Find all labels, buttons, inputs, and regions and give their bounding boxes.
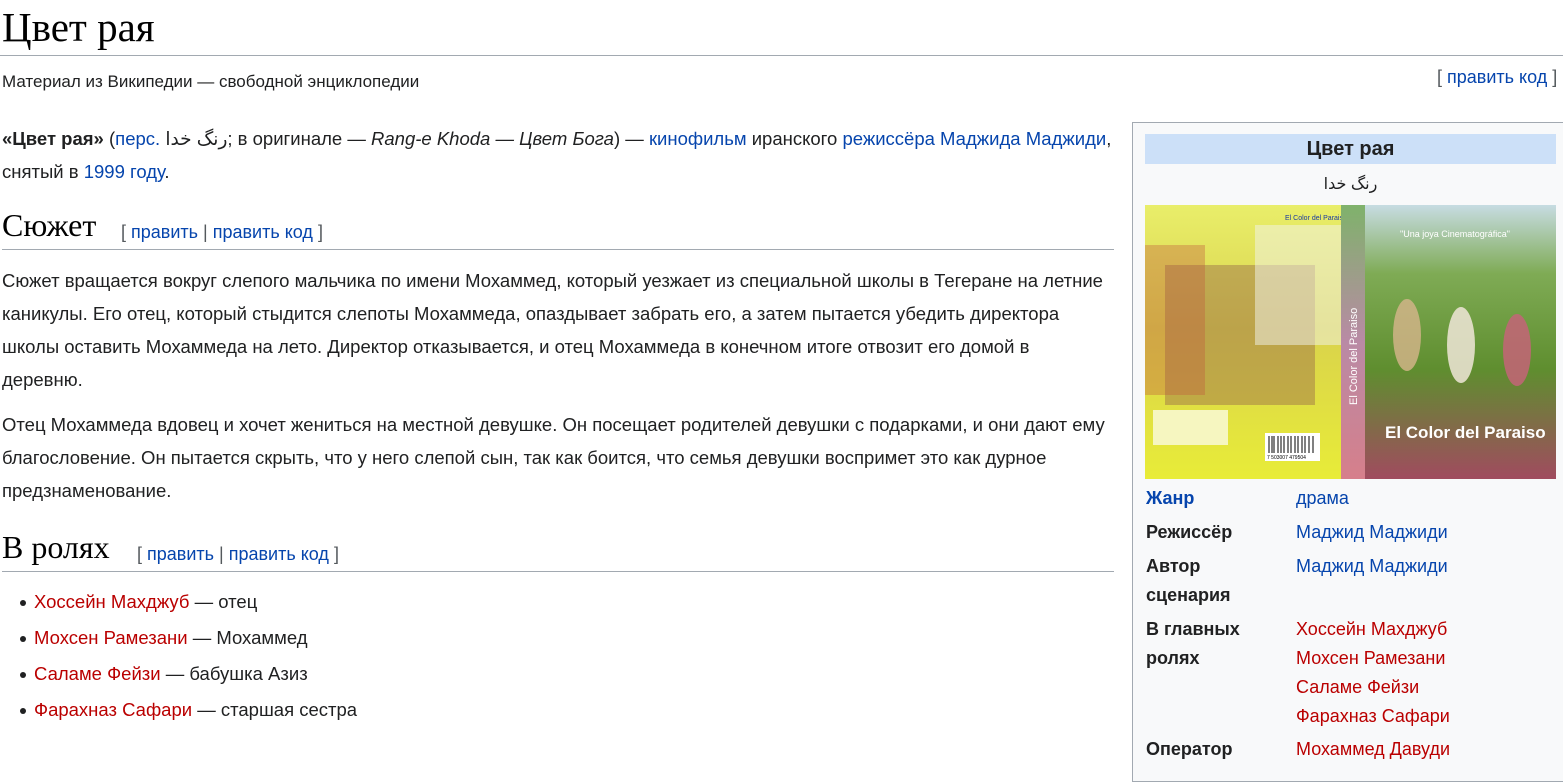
infobox-original-title: رنگ خدا [1323,176,1378,193]
role-text: — Мохаммед [187,627,308,648]
top-edit-section: [ править код ] [1437,67,1558,87]
cast-list: Хоссейн Махджуб — отец Мохсен Рамезани —… [2,584,1114,728]
cover-barcode-number: 7 503007 479504 [1267,455,1306,461]
intro-text: ( [103,128,116,149]
cast-item: Мохсен Рамезани — Мохаммед [2,620,1114,656]
dvd-cover-image[interactable]: El Color del Paraiso 7 503007 479504 El … [1145,205,1556,479]
infobox-writer-link[interactable]: Маджид Маджиди [1296,552,1556,581]
bullet-icon [20,636,26,642]
title-divider [0,55,1563,56]
director-link[interactable]: режиссёра Маджида Маджиди [842,128,1106,149]
infobox-director-link[interactable]: Маджид Маджиди [1296,518,1556,547]
original-title: Rang-e Khoda — Цвет Бога [371,128,614,149]
intro-text: ; в оригинале — [227,128,372,149]
plot-heading: Сюжет [2,207,97,243]
starring-label-line: ролях [1146,648,1200,668]
starring-actor-link[interactable]: Хоссейн Махджуб [1296,615,1556,644]
article-content: «Цвет рая» (перс. رنگ خدا; в оригинале —… [2,122,1114,728]
operator-link[interactable]: Мохаммед Давуди [1296,735,1556,764]
writer-label-line: Автор [1146,556,1201,576]
site-tagline: Материал из Википедии — свободной энцикл… [2,72,420,91]
plot-paragraph-1: Сюжет вращается вокруг слепого мальчика … [2,270,1103,390]
cast-heading-section: В ролях [ править | править код ] [2,525,1114,572]
operator-label: Оператор [1146,739,1233,759]
intro-text: . [164,161,170,182]
persian-title: رنگ خدا [165,128,228,149]
cast-item: Хоссейн Махджуб — отец [2,584,1114,620]
intro-paragraph: «Цвет рая» (перс. رنگ خدا; в оригинале —… [2,122,1114,188]
infobox: Цвет рая رنگ خدا El Color del Paraiso 7 … [1132,122,1563,782]
starring-list: Хоссейн Махджуб Мохсен Рамезани Саламе Ф… [1296,615,1556,731]
cast-item: Фарахназ Сафари — старшая сестра [2,692,1114,728]
bullet-icon [20,708,26,714]
year-link[interactable]: 1999 году [84,161,165,182]
director-label: Режиссёр [1146,522,1233,542]
role-text: — отец [189,591,258,612]
starring-label-line: В главных [1146,619,1240,639]
writer-label-line: сценария [1146,585,1231,605]
role-text: — старшая сестра [192,699,358,720]
bullet-icon [20,672,26,678]
genre-label-link[interactable]: Жанр [1146,484,1291,513]
pers-link[interactable]: перс. [115,128,160,149]
plot-heading-section: Сюжет [ править | править код ] [2,203,1114,250]
page-title: Цвет рая [2,4,155,50]
starring-label: В главных ролях [1146,615,1291,673]
intro-text: иранского [746,128,843,149]
starring-actor-link[interactable]: Фарахназ Сафари [1296,702,1556,731]
cast-edit-link[interactable]: править [147,544,214,564]
starring-actor-link[interactable]: Мохсен Рамезани [1296,644,1556,673]
cover-back-title: El Color del Paraiso [1285,215,1347,222]
actor-link[interactable]: Мохсен Рамезани [34,627,188,648]
cast-edit-code-link[interactable]: править код [229,544,329,564]
actor-link[interactable]: Фарахназ Сафари [34,699,192,720]
actor-link[interactable]: Саламе Фейзи [34,663,161,684]
top-edit-code-link[interactable]: править код [1447,67,1547,87]
cover-quote: "Una joya Cinematográfica" [1400,229,1510,239]
starring-actor-link[interactable]: Саламе Фейзи [1296,673,1556,702]
film-link[interactable]: кинофильм [649,128,747,149]
plot-edit-link[interactable]: править [131,222,198,242]
cast-edit-section: [ править | править код ] [137,544,339,564]
bullet-icon [20,600,26,606]
plot-paragraph-2: Отец Мохаммеда вдовец и хочет жениться н… [2,414,1105,501]
cast-heading: В ролях [2,529,110,565]
role-text: — бабушка Азиз [160,663,308,684]
infobox-title: Цвет рая [1145,134,1556,164]
intro-bold-title: «Цвет рая» [2,128,104,149]
cover-front-title: El Color del Paraiso [1385,423,1546,442]
intro-text: ) — [613,128,649,149]
writer-label: Автор сценария [1146,552,1291,610]
genre-link[interactable]: драма [1296,484,1556,513]
plot-edit-code-link[interactable]: править код [213,222,313,242]
plot-edit-section: [ править | править код ] [121,222,323,242]
cast-item: Саламе Фейзи — бабушка Азиз [2,656,1114,692]
actor-link[interactable]: Хоссейн Махджуб [34,591,190,612]
cover-spine-title: El Color del Paraiso [1348,308,1360,405]
